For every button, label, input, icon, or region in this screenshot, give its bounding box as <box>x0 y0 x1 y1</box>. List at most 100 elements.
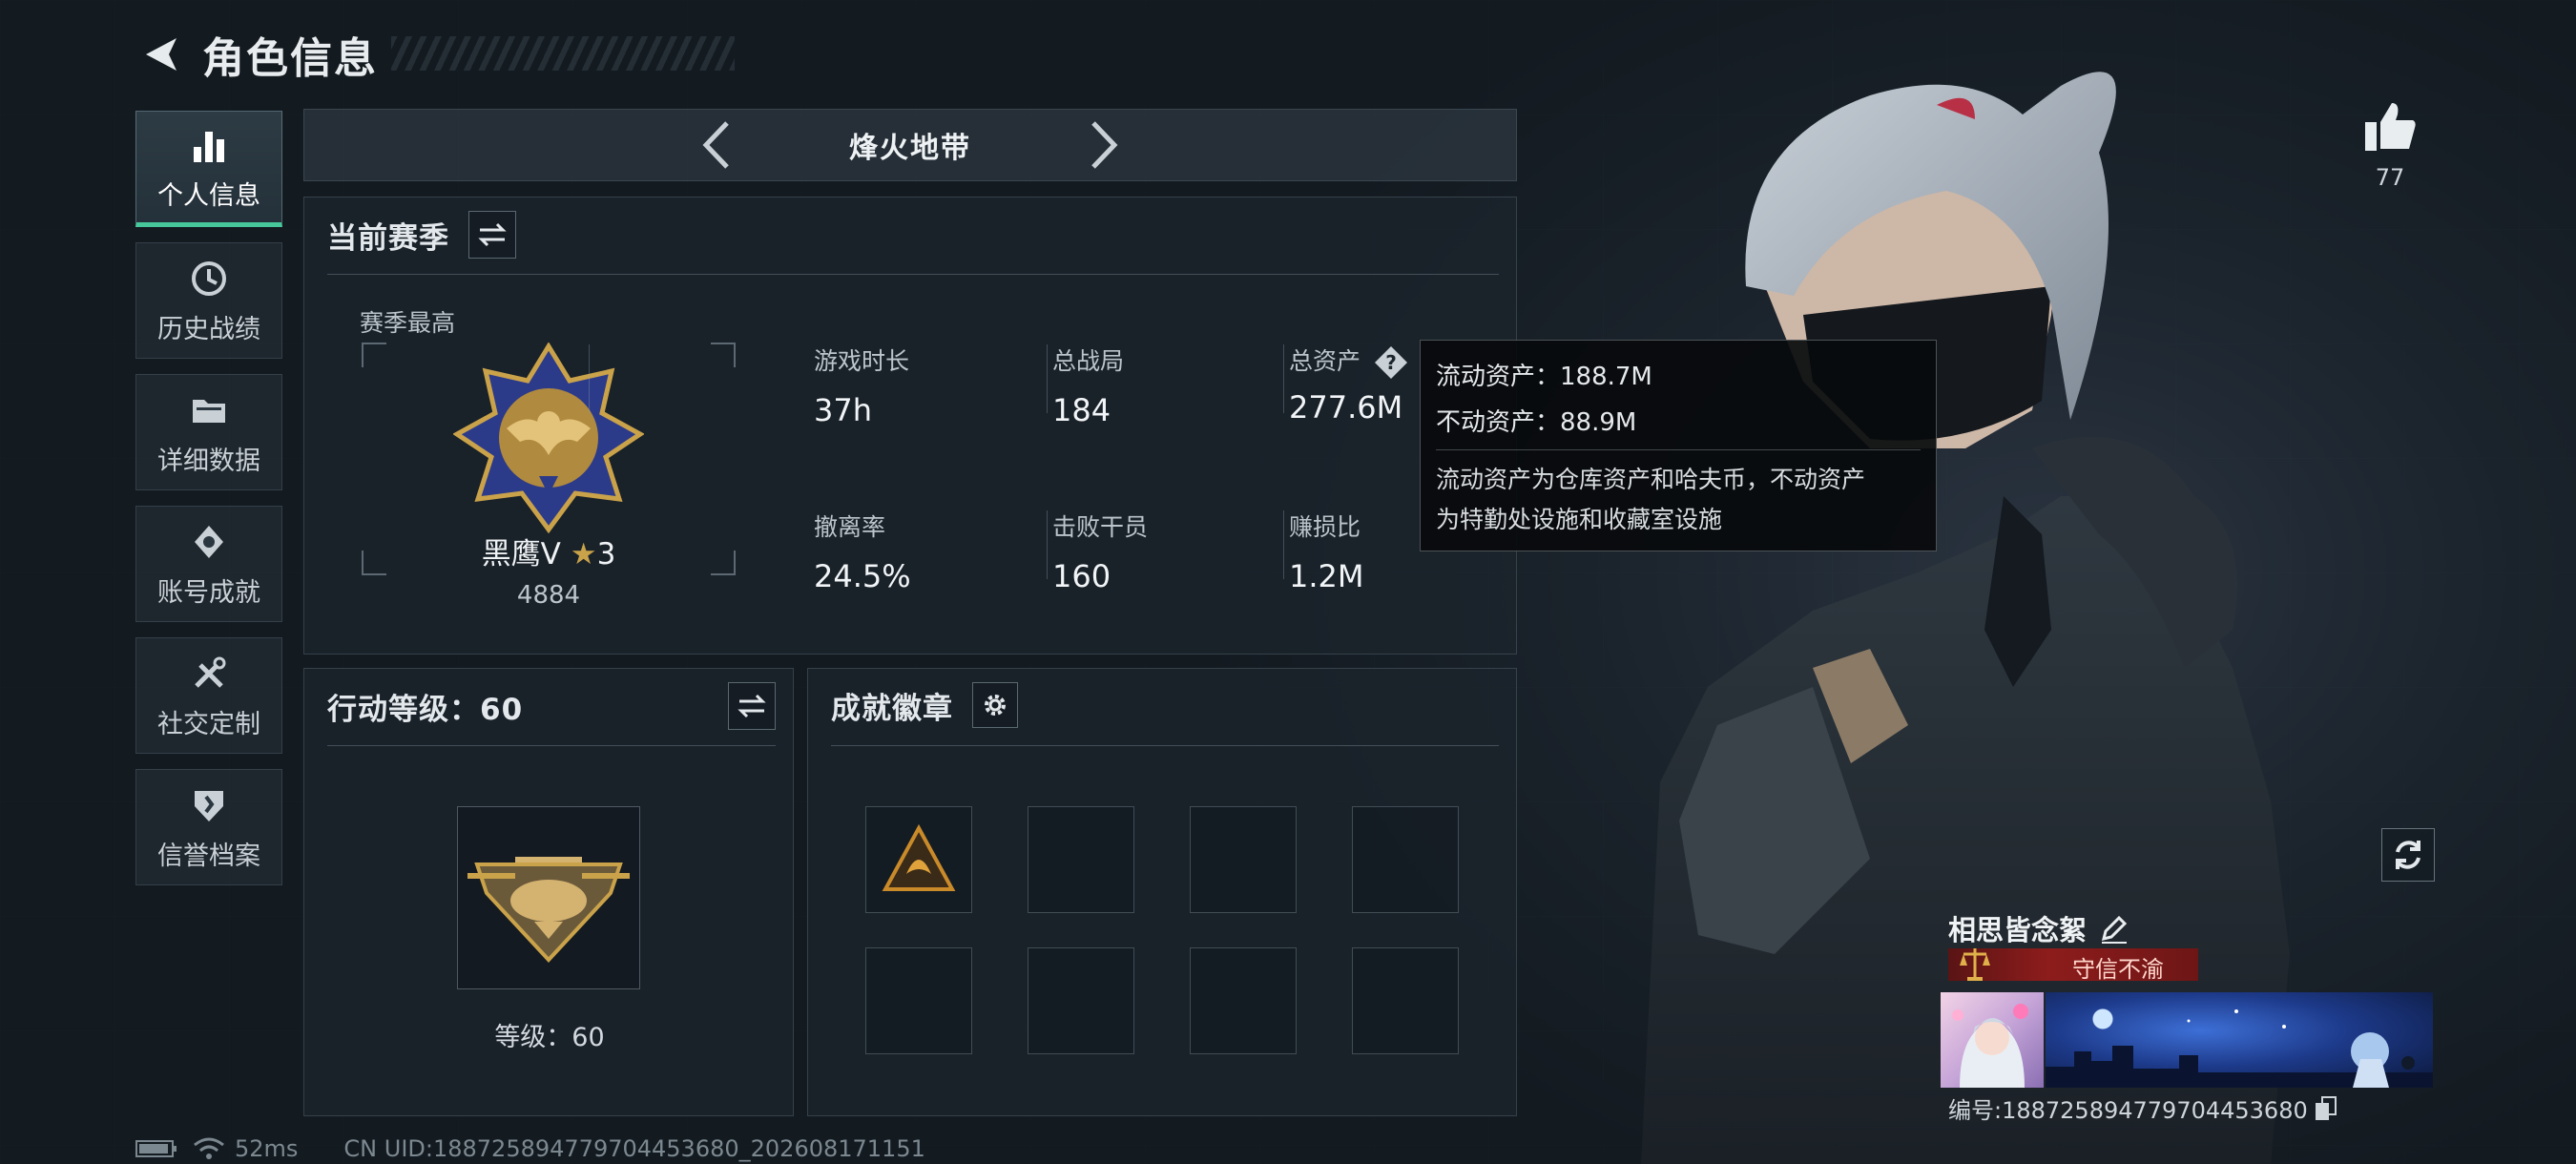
achievement-slot[interactable] <box>1028 947 1134 1054</box>
rank-name: 黑鹰Ⅴ ★3 <box>362 530 736 572</box>
sidebar-item-credit[interactable]: 信誉档案 <box>135 769 282 885</box>
tooltip-desc-line1: 流动资产为仓库资产和哈夫币，不动资产 <box>1436 466 1866 493</box>
stat-divider <box>1283 510 1284 579</box>
stat-label: 游戏时长 <box>814 347 910 375</box>
stat-label: 击败干员 <box>1052 513 1149 541</box>
folder-icon <box>187 388 231 432</box>
stat-value: 1.2M <box>1289 558 1364 594</box>
mode-name: 烽火地带 <box>849 132 971 165</box>
stat-label: 撤离率 <box>814 513 886 541</box>
sidebar-item-label: 个人信息 <box>157 180 260 211</box>
achievement-slot[interactable] <box>1190 806 1297 913</box>
stat-divider <box>1283 344 1284 413</box>
swap-icon <box>737 694 766 718</box>
bar-chart-icon <box>187 123 231 167</box>
stat-divider <box>589 344 590 413</box>
footer-uid: CN UID:188725894779704453680_20260817115… <box>343 1135 925 1162</box>
stat-operators-defeated: 击败干员 160 <box>1052 509 1272 594</box>
credit-shield-icon <box>187 783 231 827</box>
level-text: 等级：60 <box>494 1023 605 1052</box>
swap-icon <box>478 222 507 247</box>
gear-icon <box>985 695 1006 716</box>
sidebar-item-personal-info[interactable]: 个人信息 <box>135 111 282 227</box>
season-title: 当前赛季 <box>327 220 449 256</box>
frame-corner <box>362 343 386 367</box>
level-panel: 行动等级：60 等级：60 <box>303 668 794 1116</box>
svg-text:?: ? <box>1385 351 1397 374</box>
stat-value: 160 <box>1052 558 1111 594</box>
rank-title: 黑鹰Ⅴ <box>481 537 561 572</box>
tooltip-divider <box>1436 449 1921 450</box>
chevron-left-icon <box>702 121 729 169</box>
sidebar-item-achievements[interactable]: 账号成就 <box>135 506 282 622</box>
level-swap-button[interactable] <box>728 682 776 730</box>
avatar[interactable] <box>1941 992 2044 1088</box>
sidebar-item-label: 社交定制 <box>157 709 260 739</box>
player-title-badge: 守信不渝 <box>1948 948 2198 983</box>
ping-value: 52ms <box>235 1135 299 1162</box>
achievement-badge-icon <box>882 823 956 891</box>
stat-divider <box>1047 344 1048 413</box>
stat-value: 24.5% <box>814 558 911 594</box>
wifi-icon <box>194 1137 224 1159</box>
sidebar-item-label: 信誉档案 <box>157 841 260 871</box>
title-stripe <box>391 36 735 71</box>
achievement-slot[interactable] <box>1190 947 1297 1054</box>
edit-pencil-icon[interactable] <box>2098 912 2130 945</box>
star-icon: ★ <box>570 537 597 572</box>
achievement-slot[interactable] <box>1352 806 1459 913</box>
achievement-slot[interactable] <box>865 947 972 1054</box>
sidebar-item-history[interactable]: 历史战绩 <box>135 242 282 359</box>
level-title: 行动等级：60 <box>327 692 524 727</box>
thumbs-up-icon <box>2365 103 2416 151</box>
rank-score: 4884 <box>516 581 581 610</box>
achievement-slot[interactable] <box>1352 947 1459 1054</box>
helicopter-badge-icon <box>467 857 630 963</box>
sidebar-item-label: 详细数据 <box>157 446 260 476</box>
achievement-slot[interactable] <box>865 806 972 913</box>
achievement-title: 成就徽章 <box>831 691 953 726</box>
achievement-icon <box>187 520 231 564</box>
stat-label: 总战局 <box>1052 347 1125 375</box>
history-icon <box>187 257 231 301</box>
refresh-button[interactable] <box>2381 828 2435 882</box>
stat-total-matches: 总战局 184 <box>1052 343 1272 428</box>
season-swap-button[interactable] <box>468 211 516 259</box>
stat-play-time: 游戏时长 37h <box>814 343 1033 428</box>
rank-frame: 黑鹰Ⅴ ★3 4884 <box>362 343 736 610</box>
banner-night-city-art <box>2046 1009 2433 1088</box>
battery-icon <box>135 1140 177 1157</box>
sidebar: 个人信息 历史战绩 详细数据 账号成就 社交定制 信誉档案 <box>135 111 282 901</box>
rank-eagle-emblem-icon <box>453 343 644 533</box>
avatar-art <box>1952 1004 2028 1088</box>
achievement-settings-button[interactable] <box>972 682 1018 728</box>
divider <box>327 274 1499 275</box>
season-panel: 当前赛季 赛季最高 黑鹰Ⅴ ★3 4884 游戏时长 37h 总战局 184 总… <box>303 197 1517 655</box>
achievement-panel: 成就徽章 <box>807 668 1517 1116</box>
mode-prev-button[interactable] <box>687 116 744 174</box>
frame-corner <box>711 343 736 367</box>
rank-stars: 3 <box>596 537 616 572</box>
like-button[interactable]: 77 <box>2357 99 2423 191</box>
level-badge <box>457 806 640 989</box>
refresh-icon <box>2396 841 2420 869</box>
help-icon[interactable]: ? <box>1374 345 1408 380</box>
sidebar-item-detailed-data[interactable]: 详细数据 <box>135 374 282 490</box>
copy-icon[interactable] <box>2314 1095 2338 1122</box>
chevron-right-icon <box>1091 121 1118 169</box>
page-header: 角色信息 <box>134 21 735 88</box>
stat-extract-rate: 撤离率 24.5% <box>814 509 1033 594</box>
stat-divider <box>1047 510 1048 579</box>
player-title-text: 守信不渝 <box>2072 956 2164 983</box>
mode-next-button[interactable] <box>1076 116 1133 174</box>
assets-tooltip: 流动资产：188.7M 不动资产：88.9M 流动资产为仓库资产和哈夫币，不动资… <box>1420 340 1937 551</box>
stat-value: 37h <box>814 392 872 428</box>
tools-icon <box>187 652 231 696</box>
back-arrow-icon <box>146 38 177 71</box>
mode-selector: 烽火地带 <box>303 109 1517 181</box>
back-button[interactable] <box>134 28 187 81</box>
profile-banner <box>2046 992 2433 1088</box>
achievement-slot[interactable] <box>1028 806 1134 913</box>
player-uid-text: 编号:188725894779704453680 <box>1948 1097 2308 1124</box>
sidebar-item-social[interactable]: 社交定制 <box>135 637 282 754</box>
